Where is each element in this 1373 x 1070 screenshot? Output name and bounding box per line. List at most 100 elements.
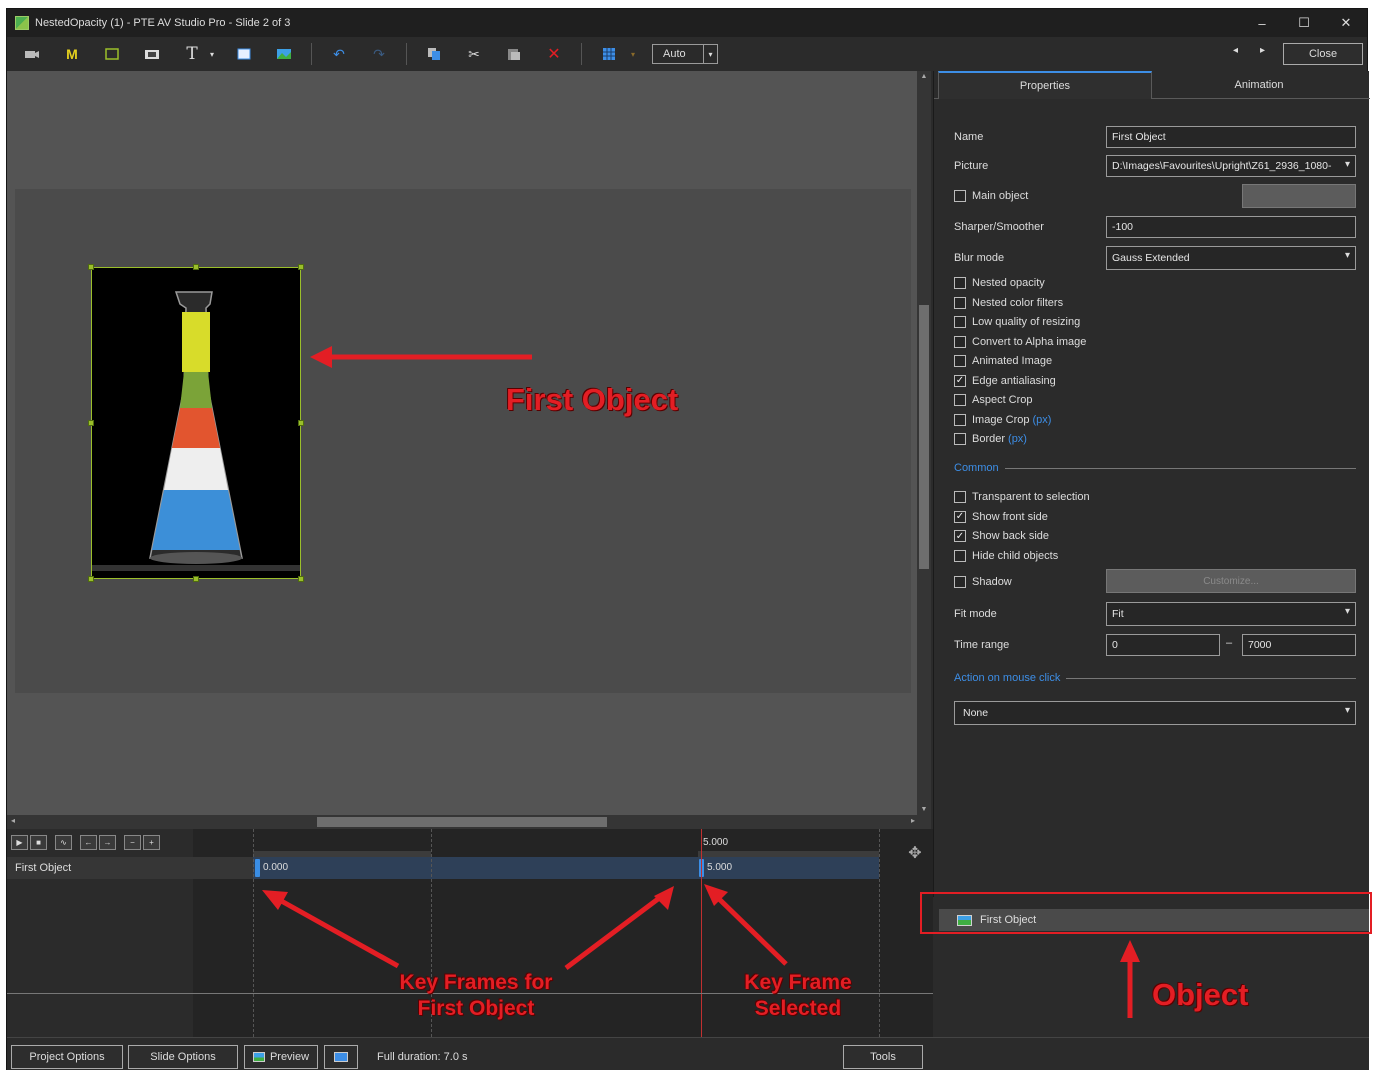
scroll-up-icon[interactable]: ▲ bbox=[917, 73, 931, 80]
undo-icon[interactable]: ↶ bbox=[326, 43, 352, 65]
picture-path: D:\Images\Favourites\Upright\Z61_2936_10… bbox=[1112, 160, 1332, 172]
slide-options-button[interactable]: Slide Options bbox=[128, 1045, 238, 1069]
annotation-line: Selected bbox=[754, 997, 842, 1020]
video-icon[interactable] bbox=[139, 43, 165, 65]
chevron-down-icon[interactable]: ▾ bbox=[207, 43, 217, 65]
status-bar: Project Options Slide Options Preview Fu… bbox=[7, 1037, 1369, 1070]
image-icon[interactable] bbox=[271, 43, 297, 65]
delete-icon[interactable]: ✕ bbox=[541, 43, 567, 65]
name-label: Name bbox=[954, 131, 984, 143]
tab-animation[interactable]: Animation bbox=[1152, 71, 1366, 99]
keyframe-time-label: 0.000 bbox=[263, 862, 289, 873]
cut-icon[interactable]: ✂ bbox=[461, 43, 487, 65]
scroll-down-icon[interactable]: ▼ bbox=[917, 806, 931, 813]
first-object-image[interactable] bbox=[88, 264, 304, 582]
play-icon[interactable]: ▶ bbox=[11, 835, 28, 850]
waveform-icon[interactable]: ∿ bbox=[55, 835, 72, 850]
shadow-checkbox[interactable]: Shadow bbox=[954, 573, 1012, 591]
minimize-button[interactable]: – bbox=[1241, 9, 1283, 37]
option-checkbox-1[interactable]: Nested color filters bbox=[954, 294, 1063, 312]
checkbox-box bbox=[954, 277, 966, 289]
zoom-out-icon[interactable]: − bbox=[124, 835, 141, 850]
arrow-left-icon[interactable]: ← bbox=[80, 835, 97, 850]
move-icon[interactable]: ✥ bbox=[905, 843, 925, 863]
sharper-label: Sharper/Smoother bbox=[954, 221, 1044, 233]
checkbox-box bbox=[954, 190, 966, 202]
sharper-input[interactable]: -100 bbox=[1106, 216, 1356, 238]
main-object-checkbox[interactable]: Main object bbox=[954, 187, 1028, 205]
keyframe-marker[interactable] bbox=[255, 859, 260, 877]
resize-handle[interactable] bbox=[193, 264, 199, 270]
zoom-select[interactable]: Auto ▾ bbox=[652, 44, 718, 64]
canvas-vertical-scrollbar[interactable]: ▲ ▼ bbox=[917, 71, 931, 815]
resize-handle[interactable] bbox=[88, 420, 94, 426]
option-checkbox-2[interactable]: Low quality of resizing bbox=[954, 313, 1080, 331]
tab-properties[interactable]: Properties bbox=[938, 71, 1152, 99]
checkbox-label: Edge antialiasing bbox=[972, 374, 1056, 387]
slide-canvas[interactable] bbox=[7, 71, 917, 815]
annotation-line: Key Frame bbox=[744, 971, 852, 994]
scrollbar-thumb[interactable] bbox=[317, 817, 607, 827]
common-checkbox-1[interactable]: ✓ Show front side bbox=[954, 508, 1048, 526]
common-checkbox-2[interactable]: ✓ Show back side bbox=[954, 527, 1049, 545]
track-name-first-object[interactable]: First Object bbox=[7, 857, 253, 879]
resize-handle[interactable] bbox=[298, 264, 304, 270]
option-checkbox-3[interactable]: Convert to Alpha image bbox=[954, 333, 1086, 351]
mask-icon[interactable]: M bbox=[59, 43, 85, 65]
object-track-bar[interactable] bbox=[253, 857, 879, 879]
camera-icon[interactable] bbox=[19, 43, 45, 65]
copy-icon[interactable] bbox=[421, 43, 447, 65]
prev-slide-button[interactable]: ◂ bbox=[1233, 45, 1238, 56]
scrollbar-thumb[interactable] bbox=[919, 305, 929, 569]
close-window-button[interactable]: ✕ bbox=[1325, 9, 1367, 37]
preview-button[interactable]: Preview bbox=[244, 1045, 318, 1069]
checkbox-label: Show back side bbox=[972, 530, 1050, 542]
resize-handle[interactable] bbox=[298, 576, 304, 582]
arrow-right-icon[interactable]: → bbox=[99, 835, 116, 850]
tools-button[interactable]: Tools bbox=[843, 1045, 923, 1069]
annotation-object: Object bbox=[1152, 977, 1249, 1012]
option-checkbox-7[interactable]: Image Crop (px) bbox=[954, 411, 1051, 429]
name-input[interactable]: First Object bbox=[1106, 126, 1356, 148]
close-button[interactable]: Close bbox=[1283, 43, 1363, 65]
rectangle-icon[interactable] bbox=[231, 43, 257, 65]
option-checkbox-0[interactable]: Nested opacity bbox=[954, 274, 1045, 292]
next-slide-button[interactable]: ▸ bbox=[1260, 45, 1265, 56]
blur-mode-select[interactable]: Gauss Extended bbox=[1106, 246, 1356, 270]
resize-handle[interactable] bbox=[88, 576, 94, 582]
scroll-left-icon[interactable]: ◂ bbox=[11, 816, 15, 825]
resize-handle[interactable] bbox=[88, 264, 94, 270]
picture-label: Picture bbox=[954, 160, 989, 172]
picture-select[interactable]: D:\Images\Favourites\Upright\Z61_2936_10… bbox=[1106, 155, 1356, 177]
option-checkbox-5[interactable]: ✓ Edge antialiasing bbox=[954, 372, 1056, 390]
resize-handle[interactable] bbox=[193, 576, 199, 582]
option-checkbox-4[interactable]: Animated Image bbox=[954, 352, 1052, 370]
chevron-down-icon[interactable]: ▾ bbox=[628, 43, 638, 65]
project-options-button[interactable]: Project Options bbox=[11, 1045, 123, 1069]
paste-icon[interactable] bbox=[501, 43, 527, 65]
time-from-input[interactable]: 0 bbox=[1106, 634, 1220, 656]
canvas-horizontal-scrollbar[interactable]: ◂ ▸ bbox=[7, 815, 931, 829]
grid-icon[interactable] bbox=[596, 43, 622, 65]
text-icon[interactable]: T bbox=[179, 43, 205, 65]
option-checkbox-6[interactable]: Aspect Crop bbox=[954, 391, 1033, 409]
action-select[interactable]: None bbox=[954, 701, 1356, 725]
checkbox-label: Convert to Alpha image bbox=[972, 335, 1087, 348]
maximize-button[interactable]: ☐ bbox=[1283, 9, 1325, 37]
resize-handle[interactable] bbox=[298, 420, 304, 426]
zoom-in-icon[interactable]: + bbox=[143, 835, 160, 850]
redo-icon[interactable]: ↷ bbox=[366, 43, 392, 65]
screen-preview-button[interactable] bbox=[324, 1045, 358, 1069]
common-checkbox-3[interactable]: Hide child objects bbox=[954, 547, 1058, 565]
toolbar-separator bbox=[581, 43, 582, 65]
fit-mode-select[interactable]: Fit bbox=[1106, 602, 1356, 626]
common-checkbox-0[interactable]: Transparent to selection bbox=[954, 488, 1090, 506]
window-title: NestedOpacity (1) - PTE AV Studio Pro - … bbox=[35, 17, 291, 29]
stop-icon[interactable]: ■ bbox=[30, 835, 47, 850]
scroll-right-icon[interactable]: ▸ bbox=[911, 816, 915, 825]
playhead[interactable] bbox=[701, 829, 702, 1037]
frame-icon[interactable] bbox=[99, 43, 125, 65]
time-to-input[interactable]: 7000 bbox=[1242, 634, 1356, 656]
checkbox-box bbox=[954, 335, 966, 348]
option-checkbox-8[interactable]: Border (px) bbox=[954, 430, 1027, 448]
